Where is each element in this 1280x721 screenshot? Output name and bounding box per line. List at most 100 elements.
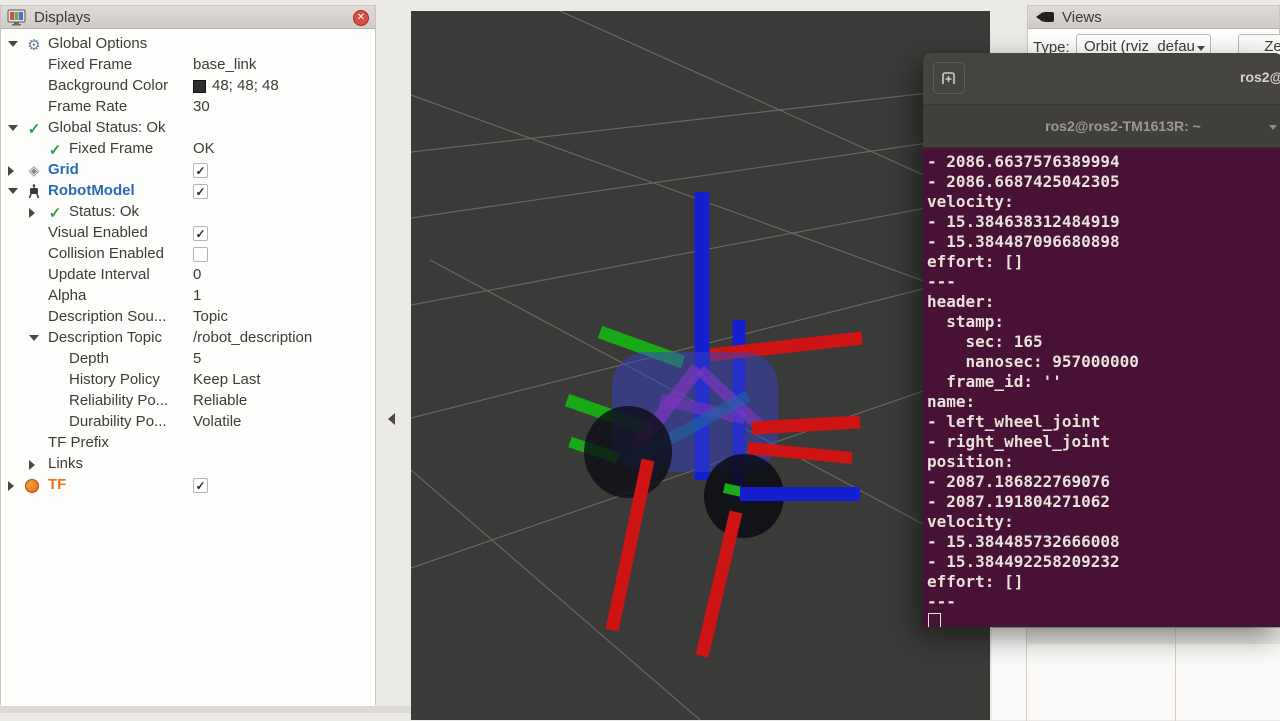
tree-row[interactable]: Description Topic /robot_description [1,328,375,349]
3d-viewport[interactable] [411,11,990,720]
tree-row[interactable]: Depth 5 [1,349,375,370]
property-label: Fixed Frame [48,56,132,73]
new-tab-button[interactable] [933,62,965,94]
enable-checkbox[interactable] [193,247,208,262]
property-value[interactable]: Reliable [193,392,247,409]
property-label: Links [48,455,83,472]
expand-arrow-icon[interactable] [29,335,39,341]
displays-tree: ⚙ Global Options Fixed Frame base_link B… [1,30,375,710]
terminal-line: frame_id: '' [927,372,1280,392]
property-label: TF [48,476,66,493]
tree-row[interactable]: ✓ Global Status: Ok [1,118,375,139]
terminal-line: - 15.384638312484919 [927,212,1280,232]
property-value[interactable]: OK [193,140,215,157]
expand-arrow-icon[interactable] [8,41,18,47]
terminal-tab[interactable]: ros2@ros2-TM1613R: ~ [983,118,1263,134]
tree-row[interactable]: ⚙ Global Options [1,34,375,55]
terminal-line: stamp: [927,312,1280,332]
tree-row[interactable]: Links [1,454,375,475]
property-value[interactable]: 0 [193,266,201,283]
property-value[interactable]: 48; 48; 48 [212,77,279,94]
property-label: Frame Rate [48,98,127,115]
enable-checkbox[interactable]: ✓ [193,478,208,493]
tab-list-chevron-icon[interactable] [1269,125,1277,130]
property-label: Description Topic [48,329,162,346]
tf-icon [25,479,39,493]
3d-scene [411,11,990,720]
terminal-line: - 2087.186822769076 [927,472,1280,492]
views-panel-header[interactable]: Views [1028,6,1279,29]
enable-checkbox[interactable]: ✓ [193,226,208,241]
rviz-application: Displays ✕ ⚙ Global Options Fixed Frame … [0,0,1280,720]
property-label: History Policy [69,371,160,388]
tree-row[interactable]: ◈ Grid ✓ [1,160,375,181]
terminal-output[interactable]: - 2086.6637576389994- 2086.6687425042305… [923,148,1280,627]
views-splitter-line [1026,628,1027,721]
tree-row[interactable]: ✓ Status: Ok [1,202,375,223]
property-value[interactable]: Volatile [193,413,241,430]
property-label: Fixed Frame [69,140,153,157]
panel-collapse-handle-icon[interactable] [388,413,395,425]
tree-row[interactable]: TF Prefix [1,433,375,454]
terminal-line: - 15.384492258209232 [927,552,1280,572]
property-label: Durability Po... [69,413,167,430]
terminal-line: effort: [] [927,252,1280,272]
tree-row[interactable]: Description Sou... Topic [1,307,375,328]
tree-row[interactable]: Durability Po... Volatile [1,412,375,433]
tree-row[interactable]: Background Color 48; 48; 48 [1,76,375,97]
terminal-titlebar[interactable]: ros2@ [923,53,1280,105]
expand-arrow-icon[interactable] [8,166,14,176]
expand-arrow-icon[interactable] [29,460,35,470]
tree-row[interactable]: Alpha 1 [1,286,375,307]
terminal-line: nanosec: 957000000 [927,352,1280,372]
property-value[interactable]: Topic [193,308,228,325]
property-value[interactable]: /robot_description [193,329,312,346]
displays-panel: Displays ✕ ⚙ Global Options Fixed Frame … [0,5,376,705]
expand-arrow-icon[interactable] [8,188,18,194]
terminal-line: - 15.384485732666008 [927,532,1280,552]
terminal-window[interactable]: ros2@ ros2@ros2-TM1613R: ~ - 2086.663757… [923,53,1280,627]
property-label: RobotModel [48,182,135,199]
terminal-line: sec: 165 [927,332,1280,352]
expand-arrow-icon[interactable] [29,208,35,218]
property-value[interactable]: 30 [193,98,210,115]
tree-row[interactable]: Update Interval 0 [1,265,375,286]
tree-row[interactable]: History Policy Keep Last [1,370,375,391]
left-wheel [584,406,672,498]
tree-row[interactable]: TF ✓ [1,475,375,496]
terminal-line: - 15.384487096680898 [927,232,1280,252]
tree-row[interactable]: Reliability Po... Reliable [1,391,375,412]
tree-row[interactable]: RobotModel ✓ [1,181,375,202]
color-swatch[interactable] [193,80,206,93]
tree-row[interactable]: Visual Enabled ✓ [1,223,375,244]
displays-icon [7,9,27,26]
close-icon[interactable]: ✕ [353,10,369,26]
enable-checkbox[interactable]: ✓ [193,184,208,199]
property-label: Collision Enabled [48,245,164,262]
property-label: Global Options [48,35,147,52]
expand-arrow-icon[interactable] [8,481,14,491]
property-label: Alpha [48,287,86,304]
check-icon: ✓ [46,141,64,158]
property-value[interactable]: 1 [193,287,201,304]
property-value[interactable]: Keep Last [193,371,261,388]
expand-arrow-icon[interactable] [8,125,18,131]
terminal-line: name: [927,392,1280,412]
tree-row[interactable]: Fixed Frame base_link [1,55,375,76]
views-column-divider [1175,628,1176,721]
tree-row[interactable]: Collision Enabled [1,244,375,265]
property-label: Update Interval [48,266,150,283]
property-label: Description Sou... [48,308,166,325]
terminal-line: - right_wheel_joint [927,432,1280,452]
tree-row[interactable]: ✓ Fixed Frame OK [1,139,375,160]
tree-row[interactable]: Frame Rate 30 [1,97,375,118]
property-value[interactable]: base_link [193,56,256,73]
terminal-tabbar[interactable]: ros2@ros2-TM1613R: ~ [923,105,1280,148]
displays-panel-header[interactable]: Displays ✕ [1,6,375,29]
terminal-line: - 2087.191804271062 [927,492,1280,512]
terminal-line: --- [927,592,1280,612]
property-value[interactable]: 5 [193,350,201,367]
enable-checkbox[interactable]: ✓ [193,163,208,178]
property-label: TF Prefix [48,434,109,451]
displays-panel-title: Displays [34,9,91,26]
